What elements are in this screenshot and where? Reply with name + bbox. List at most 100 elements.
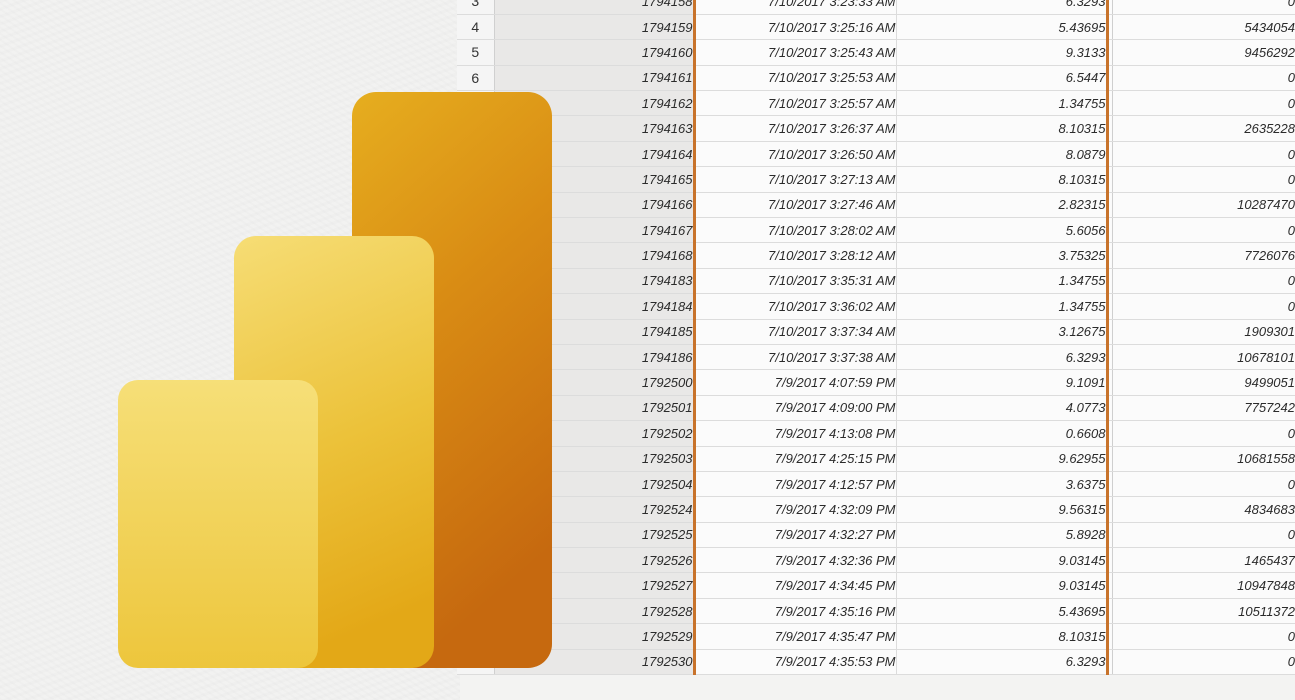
table-row[interactable]: 1794165 7/10/2017 3:27:13 AM 8.10315 0 bbox=[457, 166, 1295, 193]
table-row[interactable]: 1794167 7/10/2017 3:28:02 AM 5.6056 0 bbox=[457, 217, 1295, 244]
datetime-cell[interactable]: 7/10/2017 3:28:02 AM bbox=[692, 217, 897, 244]
value-cell[interactable]: 9.1091 bbox=[896, 369, 1109, 396]
value-cell[interactable]: 9.62955 bbox=[896, 446, 1109, 472]
value-cell[interactable]: 8.10315 bbox=[896, 166, 1109, 193]
size-cell[interactable]: 9499051 bbox=[1112, 369, 1295, 396]
id-cell[interactable]: 1794159 bbox=[494, 14, 695, 41]
table-row[interactable]: 1792504 7/9/2017 4:12:57 PM 3.6375 0 bbox=[457, 471, 1295, 498]
row-number[interactable]: 5 bbox=[457, 39, 495, 66]
size-cell[interactable]: 0 bbox=[1112, 90, 1295, 117]
datetime-cell[interactable]: 7/10/2017 3:27:13 AM bbox=[692, 166, 897, 193]
datetime-cell[interactable]: 7/9/2017 4:25:15 PM bbox=[692, 446, 897, 472]
datetime-cell[interactable]: 7/9/2017 4:34:45 PM bbox=[692, 572, 897, 599]
table-row[interactable]: 4 1794159 7/10/2017 3:25:16 AM 5.43695 54340… bbox=[457, 14, 1295, 41]
datetime-cell[interactable]: 7/10/2017 3:28:12 AM bbox=[692, 242, 897, 269]
datetime-cell[interactable]: 7/10/2017 3:35:31 AM bbox=[692, 268, 897, 295]
value-cell[interactable]: 5.43695 bbox=[896, 598, 1109, 625]
size-cell[interactable]: 1909301 bbox=[1112, 319, 1295, 345]
table-row[interactable]: 1794183 7/10/2017 3:35:31 AM 1.34755 0 bbox=[457, 268, 1295, 295]
table-row[interactable]: 3 1794158 7/10/2017 3:23:33 AM 6.3293 0 bbox=[457, 0, 1295, 15]
datetime-cell[interactable]: 7/10/2017 3:37:38 AM bbox=[692, 344, 897, 371]
value-cell[interactable]: 3.6375 bbox=[896, 471, 1109, 498]
size-cell[interactable]: 5434054 bbox=[1112, 14, 1295, 41]
value-cell[interactable]: 5.43695 bbox=[896, 14, 1109, 41]
table-row[interactable]: 1794184 7/10/2017 3:36:02 AM 1.34755 0 bbox=[457, 293, 1295, 320]
table-row[interactable]: 1792524 7/9/2017 4:32:09 PM 9.56315 4834683 bbox=[457, 496, 1295, 523]
datetime-cell[interactable]: 7/10/2017 3:25:57 AM bbox=[692, 90, 897, 117]
value-cell[interactable]: 9.03145 bbox=[896, 547, 1109, 574]
table-row[interactable]: 1794162 7/10/2017 3:25:57 AM 1.34755 0 bbox=[457, 90, 1295, 117]
datetime-cell[interactable]: 7/10/2017 3:26:50 AM bbox=[692, 141, 897, 168]
datetime-cell[interactable]: 7/10/2017 3:23:33 AM bbox=[692, 0, 897, 15]
value-cell[interactable]: 5.6056 bbox=[896, 217, 1109, 244]
table-row[interactable]: 1792527 7/9/2017 4:34:45 PM 9.03145 1094784… bbox=[457, 572, 1295, 599]
size-cell[interactable]: 7757242 bbox=[1112, 395, 1295, 422]
size-cell[interactable]: 7726076 bbox=[1112, 242, 1295, 269]
table-row[interactable]: 1794185 7/10/2017 3:37:34 AM 3.12675 190930… bbox=[457, 319, 1295, 345]
size-cell[interactable]: 10681558 bbox=[1112, 446, 1295, 472]
size-cell[interactable]: 10511372 bbox=[1112, 598, 1295, 625]
size-cell[interactable]: 10287470 bbox=[1112, 192, 1295, 219]
value-cell[interactable]: 1.34755 bbox=[896, 90, 1109, 117]
size-cell[interactable]: 0 bbox=[1112, 0, 1295, 15]
size-cell[interactable]: 0 bbox=[1112, 65, 1295, 92]
value-cell[interactable]: 6.3293 bbox=[896, 344, 1109, 371]
row-number[interactable]: 3 bbox=[457, 0, 495, 15]
value-cell[interactable]: 1.34755 bbox=[896, 268, 1109, 295]
datetime-cell[interactable]: 7/9/2017 4:13:08 PM bbox=[692, 420, 897, 447]
size-cell[interactable]: 0 bbox=[1112, 141, 1295, 168]
id-cell[interactable]: 1794161 bbox=[494, 65, 695, 92]
value-cell[interactable]: 8.0879 bbox=[896, 141, 1109, 168]
size-cell[interactable]: 10947848 bbox=[1112, 572, 1295, 599]
datetime-cell[interactable]: 7/10/2017 3:25:43 AM bbox=[692, 39, 897, 66]
table-row[interactable]: 1792500 7/9/2017 4:07:59 PM 9.1091 9499051 bbox=[457, 369, 1295, 396]
value-cell[interactable]: 6.3293 bbox=[896, 649, 1109, 676]
size-cell[interactable]: 0 bbox=[1112, 522, 1295, 549]
value-cell[interactable]: 3.75325 bbox=[896, 242, 1109, 269]
value-cell[interactable]: 8.10315 bbox=[896, 623, 1109, 650]
datetime-cell[interactable]: 7/10/2017 3:25:16 AM bbox=[692, 14, 897, 41]
table-row[interactable]: 1792529 7/9/2017 4:35:47 PM 8.10315 0 bbox=[457, 623, 1295, 650]
value-cell[interactable]: 1.34755 bbox=[896, 293, 1109, 320]
datetime-cell[interactable]: 7/10/2017 3:37:34 AM bbox=[692, 319, 897, 345]
value-cell[interactable]: 9.3133 bbox=[896, 39, 1109, 66]
size-cell[interactable]: 0 bbox=[1112, 420, 1295, 447]
value-cell[interactable]: 2.82315 bbox=[896, 192, 1109, 219]
size-cell[interactable]: 0 bbox=[1112, 166, 1295, 193]
table-row[interactable]: 1792503 7/9/2017 4:25:15 PM 9.62955 1068155… bbox=[457, 446, 1295, 472]
size-cell[interactable]: 0 bbox=[1112, 623, 1295, 650]
value-cell[interactable]: 0.6608 bbox=[896, 420, 1109, 447]
datetime-cell[interactable]: 7/9/2017 4:32:27 PM bbox=[692, 522, 897, 549]
id-cell[interactable]: 1794160 bbox=[494, 39, 695, 66]
datetime-cell[interactable]: 7/9/2017 4:35:47 PM bbox=[692, 623, 897, 650]
row-number[interactable]: 6 bbox=[457, 65, 495, 92]
id-cell[interactable]: 1794158 bbox=[494, 0, 695, 15]
table-row[interactable]: 2917925307/9/2017 4:35:53 PM6.32930 bbox=[457, 649, 1295, 676]
table-row[interactable]: 1794164 7/10/2017 3:26:50 AM 8.0879 0 bbox=[457, 141, 1295, 168]
value-cell[interactable]: 8.10315 bbox=[896, 115, 1109, 142]
table-row[interactable]: 1794163 7/10/2017 3:26:37 AM 8.10315 263522… bbox=[457, 115, 1295, 142]
row-number[interactable]: 4 bbox=[457, 14, 495, 41]
size-cell[interactable]: 0 bbox=[1112, 217, 1295, 244]
table-row[interactable]: 1792501 7/9/2017 4:09:00 PM 4.0773 7757242 bbox=[457, 395, 1295, 422]
datetime-cell[interactable]: 7/9/2017 4:09:00 PM bbox=[692, 395, 897, 422]
size-cell[interactable]: 0 bbox=[1112, 471, 1295, 498]
size-cell[interactable]: 2635228 bbox=[1112, 115, 1295, 142]
datetime-cell[interactable]: 7/10/2017 3:36:02 AM bbox=[692, 293, 897, 320]
table-row[interactable]: 1794166 7/10/2017 3:27:46 AM 2.82315 102874… bbox=[457, 192, 1295, 219]
size-cell[interactable]: 1465437 bbox=[1112, 547, 1295, 574]
table-row[interactable]: 1792526 7/9/2017 4:32:36 PM 9.03145 1465437 bbox=[457, 547, 1295, 574]
table-row[interactable]: 5 1794160 7/10/2017 3:25:43 AM 9.3133 945629… bbox=[457, 39, 1295, 66]
size-cell[interactable]: 0 bbox=[1112, 649, 1295, 676]
datetime-cell[interactable]: 7/9/2017 4:35:53 PM bbox=[692, 649, 897, 676]
value-cell[interactable]: 9.56315 bbox=[896, 496, 1109, 523]
table-row[interactable]: 1794168 7/10/2017 3:28:12 AM 3.75325 772607… bbox=[457, 242, 1295, 269]
table-row[interactable]: 1794186 7/10/2017 3:37:38 AM 6.3293 1067810… bbox=[457, 344, 1295, 371]
value-cell[interactable]: 6.3293 bbox=[896, 0, 1109, 15]
size-cell[interactable]: 4834683 bbox=[1112, 496, 1295, 523]
size-cell[interactable]: 0 bbox=[1112, 268, 1295, 295]
datetime-cell[interactable]: 7/10/2017 3:27:46 AM bbox=[692, 192, 897, 219]
table-row[interactable]: 1792525 7/9/2017 4:32:27 PM 5.8928 0 bbox=[457, 522, 1295, 549]
datetime-cell[interactable]: 7/9/2017 4:32:09 PM bbox=[692, 496, 897, 523]
table-row[interactable]: 6 1794161 7/10/2017 3:25:53 AM 6.5447 0 bbox=[457, 65, 1295, 92]
